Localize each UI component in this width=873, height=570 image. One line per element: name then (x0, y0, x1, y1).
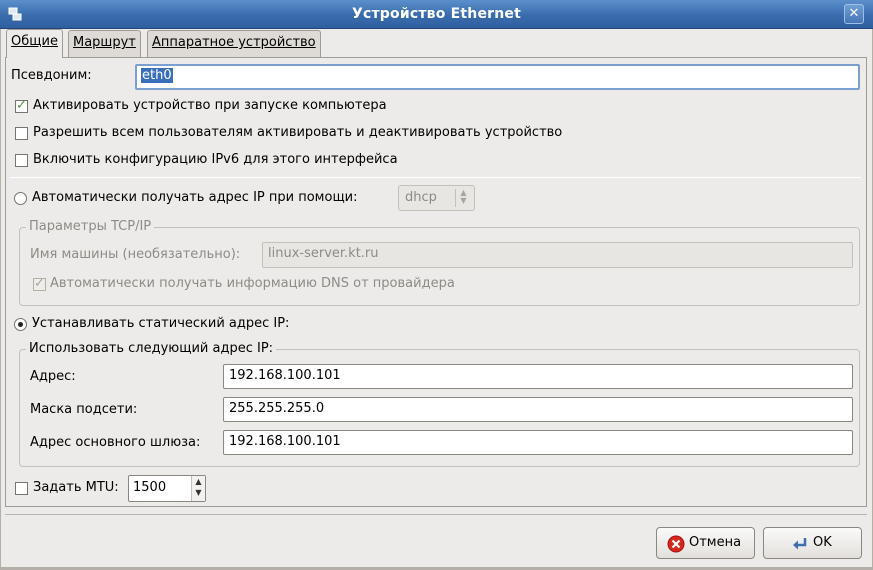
activate-on-boot-label[interactable]: Активировать устройство при запуске комп… (33, 98, 387, 113)
gateway-label: Адрес основного шлюза: (30, 435, 201, 450)
cancel-label: Отмена (689, 535, 742, 550)
cancel-icon (667, 535, 685, 553)
ok-label: OK (813, 535, 832, 550)
mtu-value: 1500 (133, 480, 167, 495)
ok-button[interactable]: OK (763, 527, 862, 559)
ok-enter-icon (793, 538, 807, 550)
auto-dns-label[interactable]: Автоматически получать информацию DNS от… (50, 276, 455, 291)
window-close-button[interactable]: ✕ (844, 4, 864, 24)
address-label: Адрес: (30, 369, 76, 384)
ip-method-value: dhcp (405, 190, 437, 205)
tab-hardware[interactable]: Аппаратное устройство (147, 30, 321, 57)
hostname-label: Имя машины (необязательно): (30, 247, 241, 262)
static-ip-label[interactable]: Устанавливать статический адрес IP: (32, 316, 289, 331)
allow-users-label[interactable]: Разрешить всем пользователям активироват… (33, 125, 562, 140)
address-value: 192.168.100.101 (229, 368, 341, 383)
nickname-label: Псевдоним: (11, 68, 92, 83)
auto-ip-label[interactable]: Автоматически получать адрес IP при помо… (32, 190, 358, 205)
gateway-input[interactable]: 192.168.100.101 (223, 430, 853, 455)
ipv6-checkbox[interactable] (15, 154, 28, 167)
address-input[interactable]: 192.168.100.101 (223, 364, 853, 389)
static-ip-radio[interactable] (14, 318, 27, 331)
nickname-input[interactable]: eth0 (135, 64, 860, 90)
tab-hardware-label: Аппаратное устройство (152, 35, 316, 50)
tab-general-label: Общие (11, 34, 58, 49)
window-title: Устройство Ethernet (352, 6, 521, 22)
hostname-input[interactable]: linux-server.kt.ru (262, 242, 853, 268)
allow-users-checkbox[interactable] (15, 127, 28, 140)
static-ip-group-title: Использовать следующий адрес IP: (26, 341, 277, 356)
hostname-value: linux-server.kt.ru (268, 246, 379, 261)
tab-route-label: Маршрут (73, 35, 136, 50)
activate-on-boot-checkbox[interactable] (15, 98, 28, 113)
netmask-value: 255.255.255.0 (229, 401, 325, 416)
cancel-button[interactable]: Отмена (656, 527, 755, 559)
mtu-checkbox[interactable] (15, 482, 28, 495)
mtu-spinbutton[interactable]: 1500 ▲ ▼ (128, 475, 206, 502)
netmask-input[interactable]: 255.255.255.0 (223, 397, 853, 422)
tab-general[interactable]: Общие (6, 29, 63, 58)
window-titlebar[interactable]: Устройство Ethernet ✕ (0, 0, 873, 29)
gateway-value: 192.168.100.101 (229, 434, 341, 449)
netmask-label: Маска подсети: (30, 402, 138, 417)
ip-method-select[interactable]: dhcp ▲ ▼ (398, 185, 475, 211)
auto-ip-radio[interactable] (14, 192, 27, 205)
auto-dns-checkbox[interactable] (33, 276, 46, 291)
separator (10, 177, 861, 178)
updown-arrows-icon: ▲ ▼ (455, 189, 471, 207)
tab-route[interactable]: Маршрут (68, 30, 141, 57)
spin-arrows-icon[interactable]: ▲ ▼ (191, 476, 205, 501)
ipv6-label[interactable]: Включить конфигурацию IPv6 для этого инт… (33, 152, 398, 167)
mtu-label[interactable]: Задать MTU: (33, 480, 119, 495)
button-area-divider (5, 514, 867, 515)
tcpip-params-title: Параметры TCP/IP (26, 219, 155, 234)
nickname-value: eth0 (141, 68, 173, 83)
